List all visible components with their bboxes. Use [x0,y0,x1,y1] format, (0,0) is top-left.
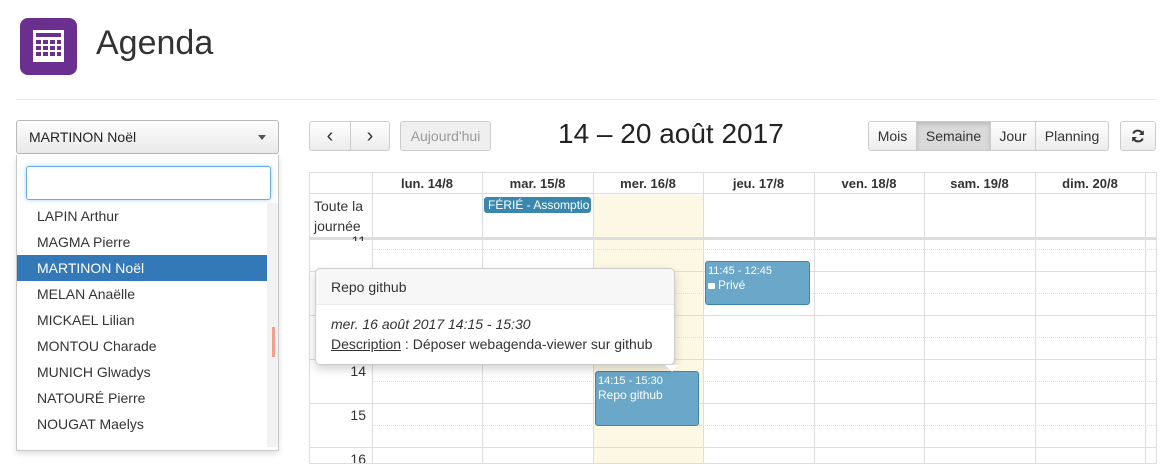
user-select[interactable]: MARTINON Noël [16,120,279,154]
event-time: 14:15 - 15:30 [598,375,663,387]
popover-arrow [665,365,679,372]
day-header: ven. 18/8 [841,176,897,191]
day-header: jeu. 17/8 [732,176,785,191]
user-option[interactable]: MELAN Anaëlle [17,281,268,307]
page-title: Agenda [96,24,214,62]
column-divider [703,173,704,463]
private-event[interactable]: 11:45 - 12:45 Privé [705,261,810,305]
day-header: sam. 19/8 [950,176,1009,191]
user-option[interactable]: MICKAEL Lilian [17,307,268,333]
view-day-button[interactable]: Jour [990,121,1036,151]
view-week-button[interactable]: Semaine [916,121,991,151]
description-label: Description [331,336,402,352]
user-option[interactable]: LAPIN Arthur [17,203,268,229]
dropdown-scrollbar[interactable] [267,203,278,447]
user-option-selected[interactable]: MARTINON Noël [17,255,268,281]
user-search-input[interactable] [26,166,271,200]
scrollbar-thumb[interactable] [272,327,275,357]
hour-label: 11 [351,233,366,241]
popover-title: Repo github [316,269,674,305]
user-dropdown: LAPIN Arthur MAGMA Pierre MARTINON Noël … [16,155,279,451]
popover-datetime: mer. 16 août 2017 14:15 - 15:30 [331,316,531,332]
day-header: mer. 16/8 [620,176,676,191]
column-divider [924,173,925,463]
repo-event[interactable]: 14:15 - 15:30 Repo github [595,371,699,426]
half-hour-line [372,425,1156,426]
agenda-app-icon [20,18,77,75]
user-option[interactable]: MONTOU Charade [17,333,268,359]
refresh-icon [1132,129,1144,143]
hour-line [310,403,1156,404]
user-option[interactable]: NATOURÉ Pierre [17,385,268,411]
event-time: 11:45 - 12:45 [708,265,773,277]
holiday-event[interactable]: FÉRIÉ - Assomption [484,197,591,213]
event-title: Privé [718,278,746,292]
user-option[interactable]: NOUGAT Maelys [17,411,268,437]
day-header: dim. 20/8 [1062,176,1118,191]
user-select-value: MARTINON Noël [29,129,137,145]
prev-week-button[interactable]: ‹ [309,121,351,151]
next-week-button[interactable]: › [350,121,390,151]
column-divider [814,173,815,463]
today-button[interactable]: Aujourd'hui [400,121,491,151]
day-header: mar. 15/8 [509,176,566,191]
hour-line [310,447,1156,448]
column-divider [1145,173,1146,463]
allday-label: Toute la journée [314,198,364,234]
calendar-icon [33,30,64,62]
lock-icon [708,283,715,289]
chevron-right-icon: › [366,125,374,147]
refresh-button[interactable] [1120,121,1156,151]
event-title: FÉRIÉ - Assomption [488,198,591,212]
caret-down-icon [258,135,266,140]
user-option-list: LAPIN Arthur MAGMA Pierre MARTINON Noël … [17,203,268,437]
hour-label: 14 [350,363,366,379]
calendar-title: 14 – 20 août 2017 [558,118,784,149]
half-hour-line [372,381,1156,382]
view-month-button[interactable]: Mois [868,121,917,151]
column-divider [1035,173,1036,463]
popover-description: Description : Déposer webagenda-viewer s… [331,336,652,352]
event-popover: Repo github mer. 16 août 2017 14:15 - 15… [315,268,679,372]
description-separator: : [401,336,413,352]
chevron-left-icon: ‹ [326,125,334,147]
hour-label: 15 [350,407,366,423]
event-title: Repo github [598,388,663,402]
user-option[interactable]: MUNICH Glwadys [17,359,268,385]
header-divider [16,99,1156,100]
description-value: Déposer webagenda-viewer sur github [412,336,653,352]
half-hour-line [372,249,1156,250]
allday-divider [310,237,1156,240]
day-header: lun. 14/8 [400,176,454,191]
user-option[interactable]: MAGMA Pierre [17,229,268,255]
view-planning-button[interactable]: Planning [1035,121,1109,151]
hour-label: 16 [350,451,366,464]
